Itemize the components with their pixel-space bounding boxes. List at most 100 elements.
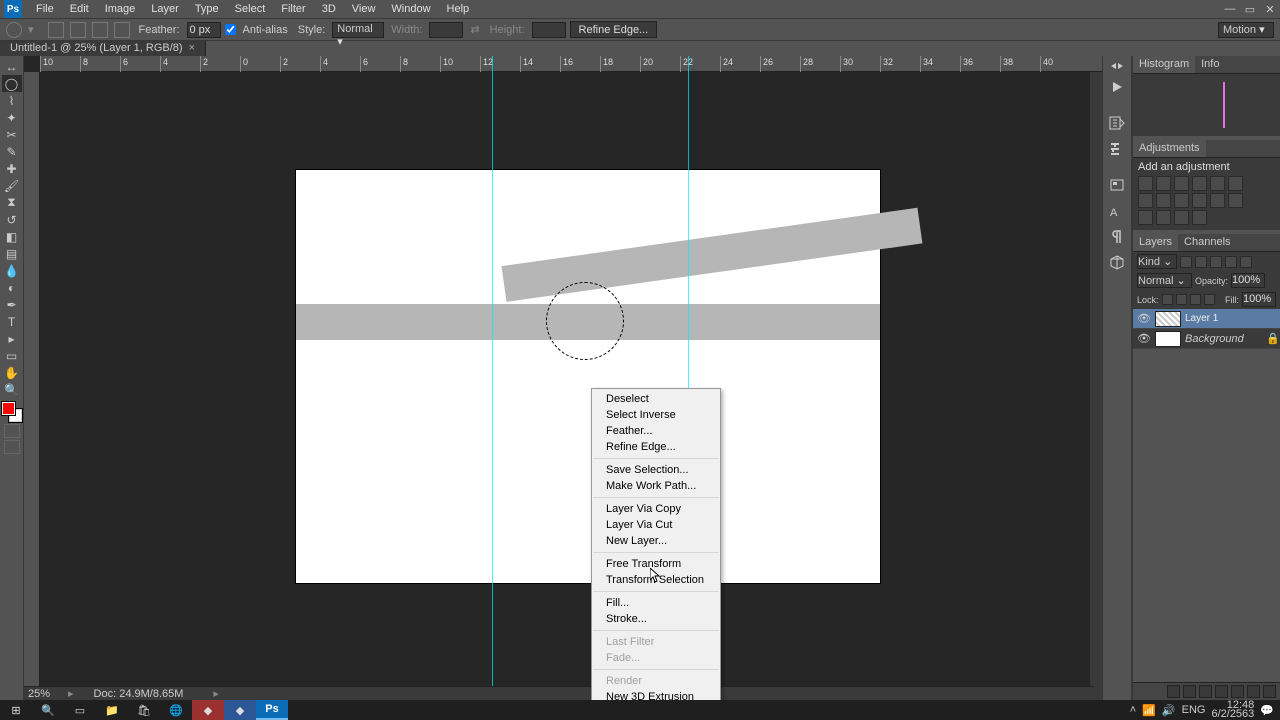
lock-icon[interactable] [1204, 294, 1215, 305]
menu-type[interactable]: Type [187, 1, 227, 17]
layer-name[interactable]: Layer 1 [1185, 313, 1218, 324]
menu-select[interactable]: Select [227, 1, 274, 17]
app-icon[interactable]: ◆ [224, 700, 256, 720]
new-layer-icon[interactable] [1247, 685, 1260, 698]
selection-mode-new-icon[interactable] [48, 22, 64, 38]
fx-icon[interactable] [1183, 685, 1196, 698]
screen-mode-button[interactable] [4, 440, 20, 454]
start-button[interactable]: ⊞ [0, 700, 32, 720]
color-swatches[interactable] [2, 402, 22, 422]
feather-input[interactable] [187, 22, 221, 38]
dock-paragraph-icon[interactable] [1105, 225, 1129, 249]
layer-row[interactable]: 👁 Background 🔒 [1133, 329, 1280, 349]
menu-edit[interactable]: Edit [62, 1, 97, 17]
window-restore-button[interactable]: ▭ [1240, 0, 1260, 18]
marquee-tool[interactable]: ◯ [2, 75, 22, 92]
visibility-icon[interactable]: 👁 [1137, 332, 1151, 345]
file-explorer-icon[interactable]: 📁 [96, 700, 128, 720]
context-item[interactable]: Layer Via Cut [592, 517, 720, 533]
adj-icon[interactable] [1138, 176, 1153, 191]
window-minimize-button[interactable]: — [1220, 0, 1240, 18]
lock-icon[interactable] [1176, 294, 1187, 305]
style-select[interactable]: Normal ▾ [332, 22, 384, 38]
dodge-tool[interactable]: ◐ [2, 279, 22, 296]
filter-icon[interactable] [1210, 256, 1222, 268]
selection-mode-add-icon[interactable] [70, 22, 86, 38]
window-close-button[interactable]: ✕ [1260, 0, 1280, 18]
quick-select-tool[interactable]: ✦ [2, 109, 22, 126]
tray-clock[interactable]: 12:486/2/2563 [1211, 701, 1254, 719]
menu-image[interactable]: Image [97, 1, 144, 17]
dock-character-icon[interactable]: A [1105, 199, 1129, 223]
adjustment-layer-icon[interactable] [1215, 685, 1228, 698]
blur-tool[interactable]: 💧 [2, 262, 22, 279]
context-item[interactable]: Select Inverse [592, 407, 720, 423]
chrome-icon[interactable]: 🌐 [160, 700, 192, 720]
filter-icon[interactable] [1180, 256, 1192, 268]
doc-size-readout[interactable]: Doc: 24.9M/8.65M [94, 688, 184, 700]
layer-thumb[interactable] [1155, 331, 1181, 347]
layer-kind-select[interactable]: Kind ⌄ [1137, 254, 1177, 269]
dock-properties-icon[interactable] [1105, 137, 1129, 161]
group-icon[interactable] [1231, 685, 1244, 698]
task-view-button[interactable]: ▭ [64, 700, 96, 720]
document-tab[interactable]: Untitled-1 @ 25% (Layer 1, RGB/8)× [0, 41, 206, 56]
eraser-tool[interactable]: ◧ [2, 228, 22, 245]
context-item[interactable]: Make Work Path... [592, 478, 720, 494]
context-item[interactable]: Save Selection... [592, 462, 720, 478]
context-item[interactable]: New Layer... [592, 533, 720, 549]
filter-icon[interactable] [1240, 256, 1252, 268]
adj-icon[interactable] [1192, 210, 1207, 225]
dock-libraries-icon[interactable] [1105, 173, 1129, 197]
visibility-icon[interactable]: 👁 [1137, 312, 1151, 325]
tray-chevron-icon[interactable]: ˄ [1130, 704, 1136, 716]
trash-icon[interactable] [1263, 685, 1276, 698]
filter-icon[interactable] [1195, 256, 1207, 268]
menu-file[interactable]: File [28, 1, 62, 17]
lock-icon[interactable] [1162, 294, 1173, 305]
context-item[interactable]: Free Transform [592, 556, 720, 572]
lasso-tool[interactable]: ⌇ [2, 92, 22, 109]
layer-row[interactable]: 👁 Layer 1 [1133, 309, 1280, 329]
foreground-color-swatch[interactable] [2, 402, 15, 415]
dock-play-icon[interactable] [1105, 75, 1129, 99]
adj-icon[interactable] [1210, 193, 1225, 208]
antialias-checkbox[interactable] [225, 24, 236, 35]
mask-icon[interactable] [1199, 685, 1212, 698]
canvas-scrollbar-v[interactable] [1090, 72, 1102, 688]
search-button[interactable]: 🔍 [32, 700, 64, 720]
blend-mode-select[interactable]: Normal ⌄ [1137, 273, 1192, 288]
context-item[interactable]: Fill... [592, 595, 720, 611]
context-item[interactable]: Deselect [592, 391, 720, 407]
close-tab-icon[interactable]: × [189, 42, 195, 54]
adj-icon[interactable] [1156, 210, 1171, 225]
menu-view[interactable]: View [344, 1, 384, 17]
shape-tool[interactable]: ▭ [2, 347, 22, 364]
adj-icon[interactable] [1228, 193, 1243, 208]
active-tool-icon[interactable] [6, 22, 22, 38]
canvas-area[interactable]: 1086420246810121416182022242628303234363… [24, 56, 1102, 700]
zoom-readout[interactable]: 25% [28, 688, 68, 700]
adj-icon[interactable] [1156, 176, 1171, 191]
menu-layer[interactable]: Layer [143, 1, 187, 17]
tray-network-icon[interactable]: 📶 [1142, 704, 1156, 717]
context-item[interactable]: New 3D Extrusion [592, 689, 720, 700]
dock-3d-icon[interactable] [1105, 251, 1129, 275]
stamp-tool[interactable]: ⧗ [2, 194, 22, 211]
type-tool[interactable]: T [2, 313, 22, 330]
adj-icon[interactable] [1156, 193, 1171, 208]
adj-icon[interactable] [1138, 210, 1153, 225]
history-brush-tool[interactable]: ↺ [2, 211, 22, 228]
adj-icon[interactable] [1210, 176, 1225, 191]
menu-3d[interactable]: 3D [314, 1, 344, 17]
opacity-input[interactable]: 100% [1231, 273, 1265, 288]
adj-icon[interactable] [1192, 193, 1207, 208]
gradient-tool[interactable]: ▤ [2, 245, 22, 262]
workspace-select[interactable]: Motion ▾ [1218, 22, 1274, 38]
selection-mode-intersect-icon[interactable] [114, 22, 130, 38]
fill-input[interactable]: 100% [1242, 292, 1276, 307]
context-item[interactable]: Feather... [592, 423, 720, 439]
menu-help[interactable]: Help [439, 1, 478, 17]
layer-name[interactable]: Background [1185, 333, 1244, 345]
layers-tab[interactable]: Layers [1133, 234, 1178, 251]
